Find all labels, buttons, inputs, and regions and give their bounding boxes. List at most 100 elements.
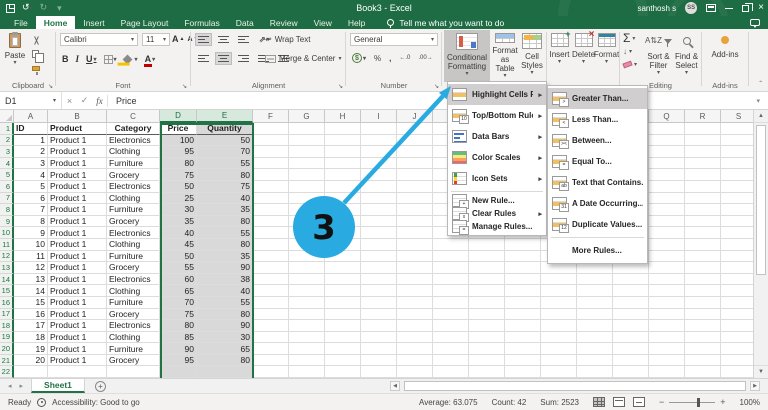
grid-cell[interactable]: 70 (160, 297, 197, 309)
find-select-button[interactable]: Find & Select ▾ (674, 30, 699, 80)
grid-cell[interactable] (289, 262, 325, 274)
align-left-button[interactable] (195, 52, 212, 65)
grid-cell[interactable] (433, 343, 469, 355)
grid-cell[interactable] (361, 123, 397, 135)
restore-button[interactable] (742, 5, 749, 12)
column-header-g[interactable]: G (289, 110, 325, 123)
grid-cell[interactable]: 11 (14, 251, 48, 263)
grid-cell[interactable]: 9 (14, 227, 48, 239)
grid-cell[interactable] (361, 285, 397, 297)
grid-cell[interactable] (397, 320, 433, 332)
grid-cell[interactable]: Product 1 (48, 146, 107, 158)
align-right-button[interactable] (235, 52, 252, 65)
grid-cell[interactable] (505, 274, 541, 286)
grid-cell[interactable] (253, 169, 289, 181)
row-header[interactable]: 16 (0, 297, 14, 309)
grid-cell[interactable] (649, 193, 685, 205)
grid-cell[interactable] (685, 355, 721, 367)
close-button[interactable]: × (758, 3, 764, 13)
formula-bar-content[interactable]: Price (116, 96, 756, 106)
grid-cell[interactable]: Product 1 (48, 355, 107, 367)
grid-cell[interactable]: Furniture (107, 158, 160, 170)
grid-cell[interactable] (253, 135, 289, 147)
grid-cell[interactable]: Quantity (197, 123, 253, 135)
grid-cell[interactable] (541, 332, 577, 344)
grid-cell[interactable] (253, 309, 289, 321)
column-header-d[interactable]: D (160, 110, 197, 123)
font-dialog-launcher-icon[interactable]: ↘ (182, 83, 187, 90)
alignment-dialog-launcher-icon[interactable]: ↘ (338, 83, 343, 90)
grid-cell[interactable] (253, 193, 289, 205)
grid-cell[interactable]: 13 (14, 274, 48, 286)
grid-cell[interactable] (397, 135, 433, 147)
grid-cell[interactable]: Clothing (107, 193, 160, 205)
grid-cell[interactable]: Product 1 (48, 239, 107, 251)
cut-icon[interactable] (32, 36, 41, 45)
sort-filter-button[interactable]: A⇅Z Sort & Filter ▾ (645, 30, 672, 80)
menu-item-top-bottom-rules[interactable]: Top/Bottom Rules▸ (448, 105, 546, 126)
sheet-tab-sheet1[interactable]: Sheet1 (31, 379, 85, 393)
autosum-button[interactable]: Σ▾ (623, 33, 637, 43)
wrap-text-button[interactable]: ↩ Wrap Text (265, 35, 310, 44)
grid-cell[interactable] (577, 309, 613, 321)
grid-cell[interactable] (685, 169, 721, 181)
grid-cell[interactable] (397, 169, 433, 181)
column-header-r[interactable]: R (685, 110, 721, 123)
grid-cell[interactable] (325, 204, 361, 216)
grid-cell[interactable] (253, 216, 289, 228)
minimize-button[interactable] (725, 8, 733, 9)
grid-cell[interactable] (649, 320, 685, 332)
grid-cell[interactable]: 90 (197, 320, 253, 332)
grid-cell[interactable] (613, 297, 649, 309)
grid-cell[interactable] (649, 355, 685, 367)
fill-color-button[interactable]: ▾ (124, 56, 138, 63)
column-header-b[interactable]: B (48, 110, 107, 123)
grid-cell[interactable] (289, 355, 325, 367)
grid-cell[interactable] (253, 285, 289, 297)
grid-cell[interactable] (541, 297, 577, 309)
ribbon-display-options-icon[interactable] (706, 4, 716, 12)
grid-cell[interactable] (289, 204, 325, 216)
grid-cell[interactable]: Furniture (107, 297, 160, 309)
grid-cell[interactable] (541, 320, 577, 332)
grid-cell[interactable] (433, 320, 469, 332)
account-name[interactable]: santhosh s (637, 4, 676, 13)
row-header[interactable]: 18 (0, 320, 14, 332)
grid-cell[interactable] (397, 366, 433, 378)
grid-cell[interactable] (289, 320, 325, 332)
conditional-formatting-button[interactable]: Conditional Formatting ▾ (444, 30, 490, 82)
grid-cell[interactable] (685, 285, 721, 297)
grid-cell[interactable]: 35 (197, 251, 253, 263)
grid-cell[interactable]: 15 (14, 297, 48, 309)
enter-icon[interactable]: ✓ (77, 95, 92, 106)
grid-cell[interactable] (505, 366, 541, 378)
zoom-out-button[interactable]: − (659, 397, 664, 407)
grid-cell[interactable] (361, 158, 397, 170)
grid-cell[interactable]: 50 (160, 181, 197, 193)
grid-cell[interactable] (685, 181, 721, 193)
grid-cell[interactable] (325, 181, 361, 193)
grid-cell[interactable] (721, 216, 753, 228)
grid-cell[interactable]: Clothing (107, 146, 160, 158)
grid-cell[interactable] (433, 285, 469, 297)
row-header[interactable]: 17 (0, 309, 14, 321)
grid-cell[interactable] (685, 297, 721, 309)
grid-cell[interactable] (289, 169, 325, 181)
grid-cell[interactable] (253, 343, 289, 355)
grid-cell[interactable]: 40 (197, 193, 253, 205)
vertical-scrollbar[interactable]: ▲ ▼ (753, 110, 768, 378)
grid-cell[interactable]: Clothing (107, 285, 160, 297)
grid-cell[interactable]: Product 1 (48, 193, 107, 205)
grid-cell[interactable] (289, 135, 325, 147)
zoom-slider[interactable] (669, 402, 715, 403)
submenu-item-duplicate-values[interactable]: Duplicate Values... (548, 214, 647, 235)
grid-cell[interactable]: 60 (160, 274, 197, 286)
grid-cell[interactable]: 55 (197, 158, 253, 170)
menu-item-manage-rules[interactable]: Manage Rules... (448, 220, 546, 233)
copy-icon[interactable] (32, 50, 39, 58)
new-sheet-button[interactable]: + (95, 381, 106, 392)
grid-cell[interactable] (48, 366, 107, 378)
grid-cell[interactable] (325, 169, 361, 181)
grid-cell[interactable] (469, 355, 505, 367)
grid-cell[interactable] (721, 135, 753, 147)
